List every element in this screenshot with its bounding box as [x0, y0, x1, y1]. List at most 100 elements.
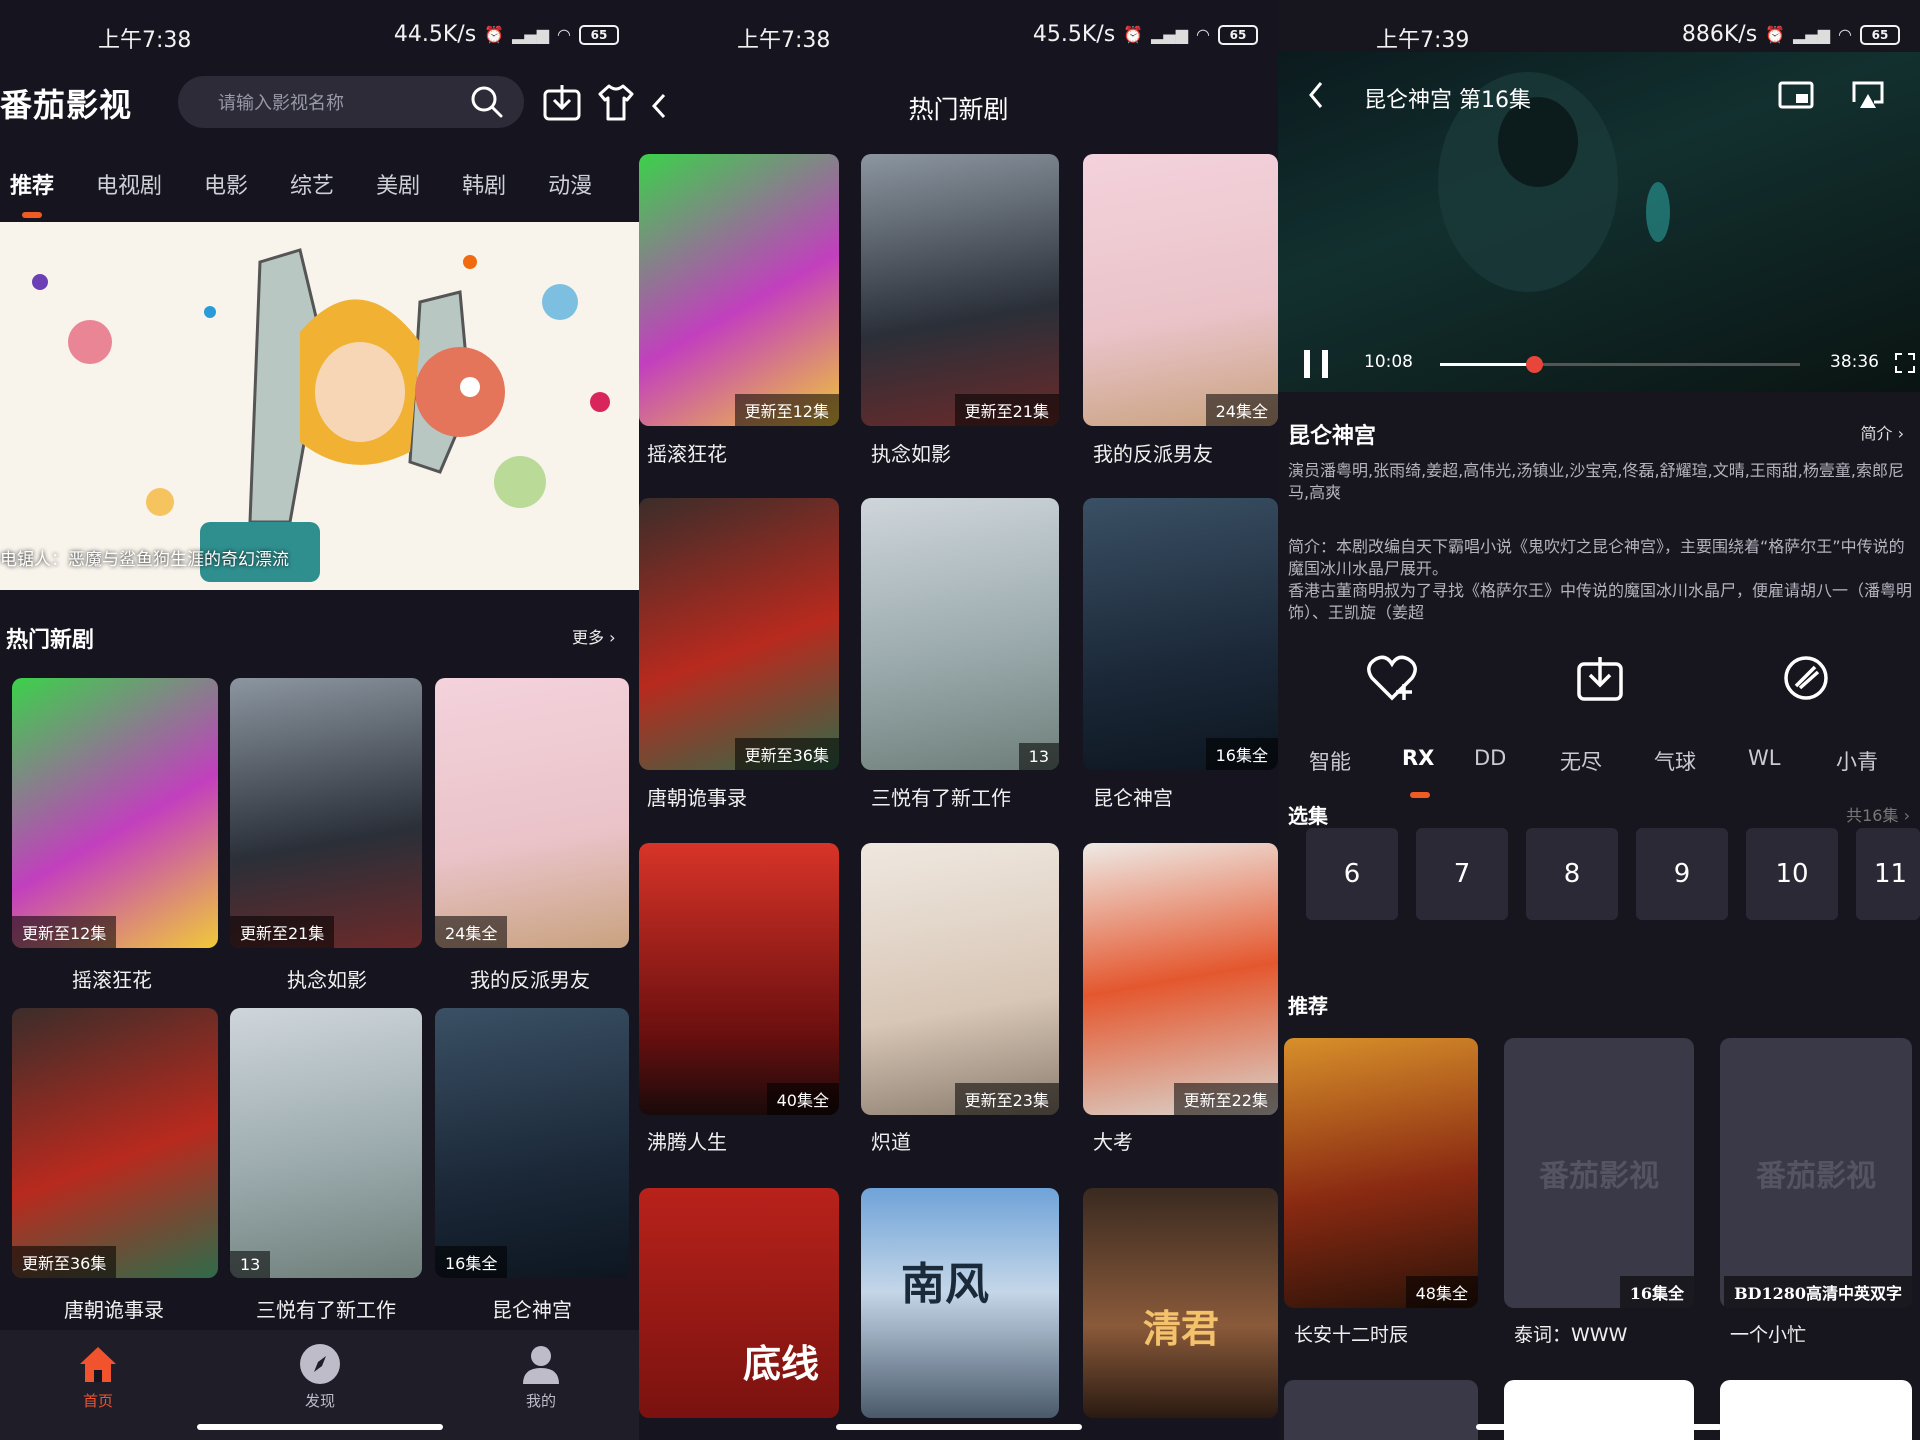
nav-me[interactable]: 我的: [505, 1342, 577, 1411]
episode-button[interactable]: 11: [1856, 828, 1920, 920]
cast-icon[interactable]: [1850, 80, 1886, 110]
pip-icon[interactable]: [1778, 80, 1814, 110]
intro-label: 简介: [1860, 424, 1893, 443]
battery-icon: 65: [1860, 24, 1900, 45]
hero-banner[interactable]: [0, 222, 639, 590]
tab-anime[interactable]: 动漫: [548, 168, 592, 200]
poster-card[interactable]: 南风: [861, 1188, 1059, 1418]
tab-movie[interactable]: 电影: [204, 168, 248, 200]
episode-button[interactable]: 9: [1636, 828, 1728, 920]
nav-label: 首页: [82, 1392, 113, 1410]
poster-card[interactable]: 更新至36集: [12, 1008, 218, 1278]
poster-card[interactable]: 更新至12集: [12, 678, 218, 948]
episode-button[interactable]: 8: [1526, 828, 1618, 920]
synopsis-text: 简介：本剧改编自天下霸唱小说《鬼吹灯之昆仑神宫》，主要围绕着“格萨尔王”中传说的…: [1288, 537, 1913, 622]
nav-label: 发现: [304, 1392, 335, 1410]
poster-card[interactable]: 16集全: [435, 1008, 629, 1278]
section-title: 热门新剧: [6, 628, 95, 653]
poster-card[interactable]: [1284, 1380, 1478, 1440]
episode-button[interactable]: 10: [1746, 828, 1838, 920]
poster-card[interactable]: [1720, 1380, 1912, 1440]
video-player[interactable]: 昆仑神宫 第16集 10:08 38:36: [1278, 52, 1920, 392]
banner-artwork: [0, 222, 639, 590]
poster-card[interactable]: 番茄影视 16集全: [1504, 1038, 1694, 1308]
poster-card[interactable]: 48集全: [1284, 1038, 1478, 1308]
nav-discover[interactable]: 发现: [284, 1342, 356, 1411]
poster-card[interactable]: 13: [861, 498, 1059, 770]
progress-handle[interactable]: [1525, 356, 1543, 373]
poster-card[interactable]: 16集全: [1083, 498, 1278, 770]
tab-variety[interactable]: 综艺: [290, 168, 334, 200]
episode-badge: 13: [230, 1251, 271, 1278]
tab-kr-drama[interactable]: 韩剧: [462, 168, 506, 200]
status-bar: 上午7:38 45.5K/s ⏰ ▂▄▆ ◠ 65: [639, 0, 1278, 72]
poster-card[interactable]: 番茄影视 BD1280高清中英双字: [1720, 1038, 1912, 1308]
page-title: 热门新剧: [908, 95, 1009, 124]
poster-card[interactable]: 更新至21集: [861, 154, 1059, 426]
source-tab-selected[interactable]: RX: [1402, 746, 1434, 770]
signal-icon: ▂▄▆: [1151, 25, 1189, 44]
more-link[interactable]: 更多 ›: [572, 624, 616, 648]
share-icon[interactable]: [1782, 654, 1830, 702]
episode-button[interactable]: 7: [1416, 828, 1508, 920]
tab-us-drama[interactable]: 美剧: [376, 168, 420, 200]
status-icons: 886K/s ⏰ ▂▄▆ ◠ 65: [1682, 22, 1900, 47]
episodes-total-link[interactable]: 共16集 ›: [1846, 802, 1910, 826]
source-tab[interactable]: DD: [1474, 746, 1506, 770]
favorite-add-icon[interactable]: [1366, 654, 1418, 702]
download-icon[interactable]: [1576, 654, 1624, 702]
source-tab[interactable]: WL: [1748, 746, 1780, 770]
recommend-title: 推荐: [1288, 994, 1328, 1018]
poster-card[interactable]: 清君: [1083, 1188, 1278, 1418]
poster-card[interactable]: 24集全: [435, 678, 629, 948]
wifi-icon: ◠: [1196, 25, 1210, 44]
episode-badge: 16集全: [1205, 738, 1278, 770]
poster-title: 三悦有了新工作: [871, 786, 1011, 810]
poster-card[interactable]: 更新至12集: [639, 154, 839, 426]
poster-card[interactable]: 40集全: [639, 843, 839, 1115]
episode-badge: 更新至21集: [954, 394, 1059, 426]
source-tab[interactable]: 气球: [1654, 746, 1696, 776]
poster-logo: 南风: [901, 1259, 989, 1310]
compass-icon: [300, 1344, 340, 1384]
episode-button[interactable]: 6: [1306, 828, 1398, 920]
nav-home[interactable]: 首页: [62, 1342, 134, 1411]
back-icon[interactable]: [1306, 80, 1326, 110]
poster-card[interactable]: 更新至22集: [1083, 843, 1278, 1115]
poster-card[interactable]: 13: [230, 1008, 422, 1278]
skin-icon[interactable]: [596, 82, 636, 122]
poster-title: 长安十二时辰: [1294, 1324, 1409, 1346]
poster-card[interactable]: 更新至23集: [861, 843, 1059, 1115]
tab-recommend[interactable]: 推荐: [10, 168, 54, 200]
poster-card[interactable]: 底线: [639, 1188, 839, 1418]
poster-card[interactable]: 更新至21集: [230, 678, 422, 948]
progress-bar[interactable]: [1440, 356, 1800, 373]
status-time: 上午7:39: [1376, 28, 1470, 53]
episode-badge: 更新至21集: [230, 916, 335, 948]
nav-label: 我的: [525, 1392, 556, 1410]
episode-badge: 更新至12集: [12, 916, 117, 948]
source-tab[interactable]: 无尽: [1560, 746, 1602, 776]
intro-link[interactable]: 简介 ›: [1860, 420, 1904, 444]
poster-title: 一个小忙: [1730, 1324, 1807, 1346]
progress-fill: [1440, 363, 1534, 366]
poster-title: 沸腾人生: [647, 1130, 727, 1154]
source-tab-indicator: [1410, 792, 1430, 798]
source-tab[interactable]: 小青: [1836, 746, 1878, 776]
episodes-title: 选集: [1288, 804, 1328, 828]
battery-icon: 65: [579, 24, 619, 45]
screenshot: 上午7:38 44.5K/s ⏰ ▂▄▆ ◠ 65 番茄影视 请输入影视名称 推…: [0, 0, 1920, 1440]
more-label: 更多: [572, 628, 605, 647]
poster-card[interactable]: 更新至36集: [639, 498, 839, 770]
poster-card[interactable]: [1504, 1380, 1694, 1440]
search-icon[interactable]: [470, 85, 504, 119]
download-icon[interactable]: [542, 82, 582, 122]
pause-icon[interactable]: [1302, 348, 1332, 380]
tab-tv[interactable]: 电视剧: [96, 168, 162, 200]
search-input[interactable]: 请输入影视名称: [178, 76, 524, 128]
fullscreen-icon[interactable]: [1894, 352, 1916, 374]
show-title: 昆仑神宫: [1288, 424, 1377, 449]
poster-card[interactable]: 24集全: [1083, 154, 1278, 426]
episode-badge: 16集全: [1619, 1276, 1694, 1308]
source-tab[interactable]: 智能: [1309, 746, 1351, 776]
